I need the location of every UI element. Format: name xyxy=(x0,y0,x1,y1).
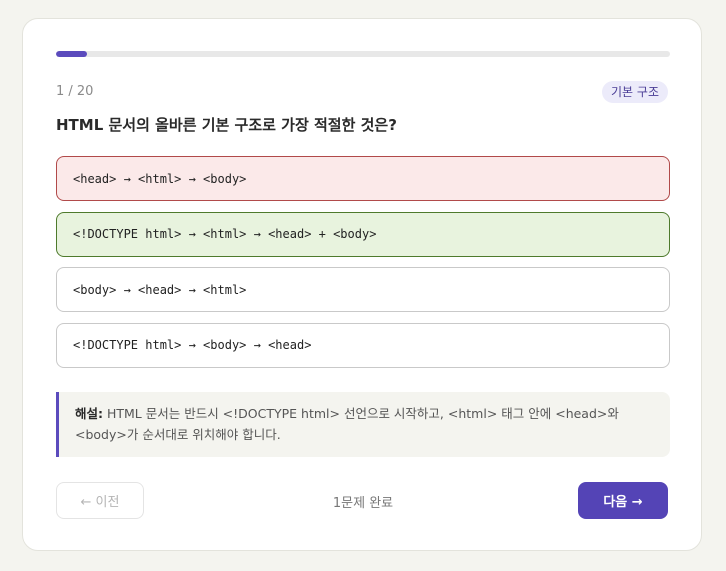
answer-options: <head> → <html> → <body> <!DOCTYPE html>… xyxy=(56,156,670,378)
answer-option-label: <!DOCTYPE html> → <html> → <head> + <bod… xyxy=(73,227,377,241)
progress-bar-fill xyxy=(56,51,87,57)
answer-option-2[interactable]: <!DOCTYPE html> → <html> → <head> + <bod… xyxy=(56,211,670,257)
answer-option-4[interactable]: <!DOCTYPE html> → <body> → <head> xyxy=(56,322,670,368)
explanation-label: 해설: xyxy=(75,406,103,421)
answer-option-label: <!DOCTYPE html> → <body> → <head> xyxy=(73,338,312,352)
completion-status: 1문제 완료 xyxy=(332,496,394,511)
answer-option-3[interactable]: <body> → <head> → <html> xyxy=(56,267,670,312)
previous-button[interactable]: ← 이전 xyxy=(56,482,144,519)
quiz-card: 1 / 20 기본 구조 HTML 문서의 올바른 기본 구조로 가장 적절한 … xyxy=(22,18,702,551)
answer-option-label: <body> → <head> → <html> xyxy=(73,282,247,297)
answer-option-label: <head> → <html> → <body> xyxy=(73,171,247,186)
question-counter: 1 / 20 xyxy=(56,84,94,99)
explanation-text: HTML 문서는 반드시 <!DOCTYPE html> 선언으로 시작하고, … xyxy=(75,406,619,442)
explanation-box: 해설: HTML 문서는 반드시 <!DOCTYPE html> 선언으로 시작… xyxy=(56,392,670,457)
answer-option-1[interactable]: <head> → <html> → <body> xyxy=(56,156,670,201)
progress-bar xyxy=(56,51,670,57)
next-button[interactable]: 다음 → xyxy=(578,482,668,519)
question-text: HTML 문서의 올바른 기본 구조로 가장 적절한 것은? xyxy=(56,116,397,134)
category-tag: 기본 구조 xyxy=(602,81,668,103)
